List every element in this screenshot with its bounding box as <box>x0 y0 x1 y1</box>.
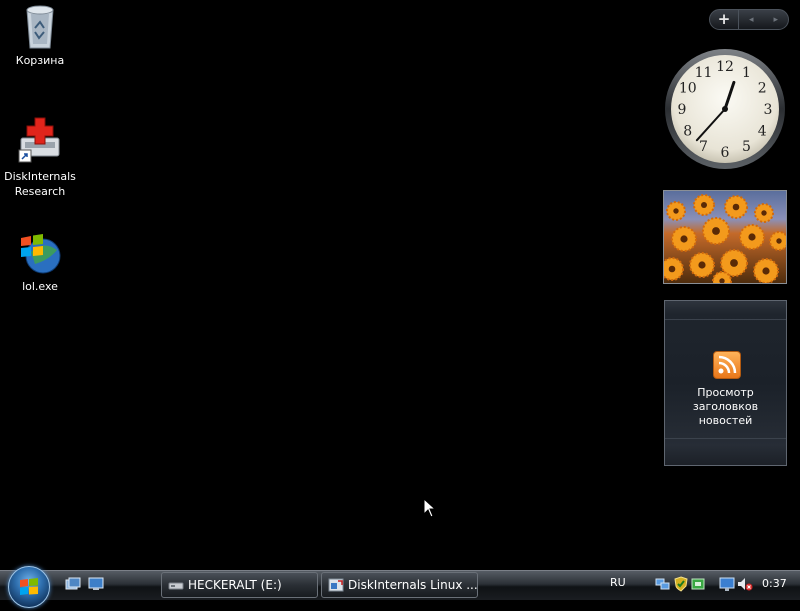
clock-numeral: 12 <box>716 59 734 75</box>
volume-muted-icon[interactable] <box>737 576 753 592</box>
flower-center <box>680 235 688 243</box>
flower-center <box>698 261 706 269</box>
slideshow-gadget[interactable] <box>663 190 787 284</box>
feed-message-line: Просмотр заголовков <box>692 386 759 413</box>
clock-time[interactable]: 0:37 <box>762 577 787 590</box>
flower-center <box>712 227 720 235</box>
desktop-icon-label: lol.exe <box>22 280 58 293</box>
clock-numeral: 8 <box>683 124 692 140</box>
language-indicator[interactable]: RU <box>610 576 626 589</box>
network-icon[interactable] <box>655 576 671 592</box>
flower-center <box>673 208 679 214</box>
feed-top-bar <box>665 301 786 320</box>
clock-numeral: 3 <box>764 102 773 118</box>
add-gadget-button[interactable]: + <box>710 10 739 29</box>
previous-page-button[interactable]: ◂ <box>739 15 764 25</box>
news-feed-gadget[interactable]: Просмотр заголовков новостей <box>664 300 787 466</box>
clock-gadget[interactable]: 12 12 3 45678 9 1011 <box>664 48 786 170</box>
flowers-photo <box>664 191 786 283</box>
start-button[interactable] <box>8 566 50 608</box>
feed-message: Просмотр заголовков новостей <box>665 386 786 428</box>
flower-center <box>732 203 740 211</box>
show-desktop-icon[interactable] <box>88 577 104 591</box>
rss-icon <box>713 351 741 379</box>
flower-center <box>730 259 738 267</box>
recycle-bin-icon <box>26 5 54 49</box>
display-icon[interactable] <box>719 576 735 592</box>
windows-start-orb <box>20 578 38 595</box>
desktop-icon-lol-exe[interactable]: lol.exe <box>0 230 80 294</box>
clock-numeral: 10 <box>679 81 697 97</box>
flower-center <box>668 265 676 273</box>
clock-numeral: 7 <box>699 139 708 155</box>
desktop-icon-recycle-bin[interactable]: Корзина <box>0 2 80 68</box>
taskbar-button-heckeralt-drive[interactable]: HECKERALT (E:) <box>161 572 318 598</box>
clock-center <box>722 106 728 112</box>
clock-numeral: 11 <box>695 65 713 81</box>
clock-numeral: 2 <box>758 81 767 97</box>
desktop-icon-label: DiskInternals Research <box>0 169 80 199</box>
desktop-icon-label-line: Research <box>14 185 66 198</box>
windows-logo-icon <box>21 234 61 274</box>
flower-center <box>701 202 707 208</box>
feed-bottom-bar <box>665 438 786 465</box>
diskinternals-app-icon <box>328 578 344 592</box>
taskbar-button-label: HECKERALT (E:) <box>188 578 282 592</box>
switch-windows-icon[interactable] <box>65 577 81 591</box>
next-page-button[interactable]: ▸ <box>764 15 789 25</box>
sidebar-controls: + ◂ ▸ <box>709 9 789 30</box>
diskinternals-shortcut-icon <box>18 117 60 163</box>
desktop-icon-label: Корзина <box>15 54 65 67</box>
clock-numeral: 9 <box>678 102 687 118</box>
power-icon[interactable] <box>690 576 706 592</box>
flower-center <box>762 267 770 275</box>
clock-numeral: 6 <box>721 145 730 161</box>
clock-numeral: 4 <box>758 124 767 140</box>
desktop-icon-diskinternals-research[interactable]: DiskInternals Research <box>0 116 80 199</box>
drive-icon <box>168 582 184 590</box>
clock-numeral: 5 <box>742 139 751 155</box>
mouse-cursor-icon <box>423 498 437 518</box>
desktop-icon-label-line: DiskInternals <box>4 170 76 183</box>
taskbar-button-label: DiskInternals Linux ... <box>348 578 478 592</box>
flower-center <box>776 238 782 244</box>
security-icon[interactable] <box>673 576 689 592</box>
flower-center <box>748 233 756 241</box>
flower-center <box>761 210 767 216</box>
clock-numeral: 1 <box>742 65 751 81</box>
flower-center <box>719 278 725 283</box>
feed-message-line: новостей <box>698 414 753 427</box>
taskbar-button-diskinternals-linux[interactable]: DiskInternals Linux ... <box>321 572 478 598</box>
